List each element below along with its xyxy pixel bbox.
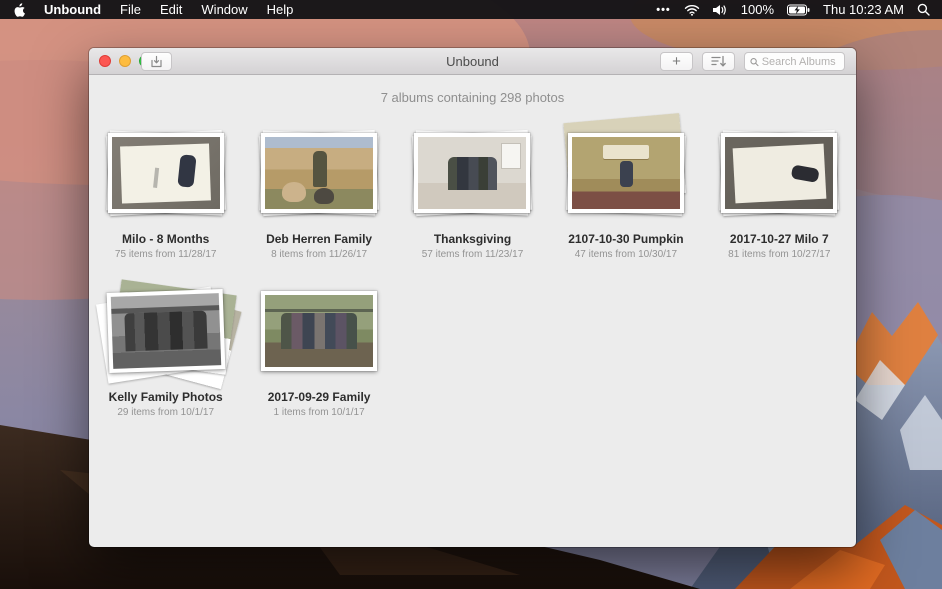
album-card[interactable]: Deb Herren Family 8 items from 11/26/17: [242, 126, 395, 260]
album-stack: [716, 126, 842, 220]
sort-button[interactable]: [702, 52, 735, 71]
wifi-icon[interactable]: [684, 4, 700, 16]
album-meta: 81 items from 10/27/17: [728, 249, 830, 260]
album-name: Thanksgiving: [434, 232, 511, 246]
volume-icon[interactable]: [713, 4, 728, 16]
add-album-button[interactable]: +: [660, 52, 693, 71]
album-stack: [409, 126, 535, 220]
album-name: 2017-09-29 Family: [268, 390, 371, 404]
menu-edit[interactable]: Edit: [160, 2, 182, 17]
album-card[interactable]: Milo - 8 Months 75 items from 11/28/17: [89, 126, 242, 260]
album-cover-photo: [110, 293, 220, 369]
album-cover-photo: [112, 137, 220, 209]
album-card[interactable]: Kelly Family Photos 29 items from 10/1/1…: [89, 284, 242, 418]
album-browser: 7 albums containing 298 photos Milo - 8 …: [89, 75, 856, 547]
album-meta: 47 items from 10/30/17: [575, 249, 677, 260]
album-name: Deb Herren Family: [266, 232, 372, 246]
album-cover-photo: [725, 137, 833, 209]
album-name: 2107-10-30 Pumpkin: [568, 232, 683, 246]
album-name: Milo - 8 Months: [122, 232, 209, 246]
album-cover-photo: [265, 295, 373, 367]
menu-bar: Unbound File Edit Window Help ••• 100%: [0, 0, 942, 19]
window-titlebar[interactable]: Unbound +: [89, 48, 856, 75]
album-thumbnail: [261, 133, 377, 213]
album-meta: 29 items from 10/1/17: [117, 407, 214, 418]
search-albums-field[interactable]: [744, 52, 845, 71]
menu-clock[interactable]: Thu 10:23 AM: [823, 2, 904, 17]
album-stack: [563, 126, 689, 220]
album-stack: [103, 126, 229, 220]
album-stack: [256, 284, 382, 378]
search-input[interactable]: [762, 56, 839, 68]
album-meta: 75 items from 11/28/17: [115, 249, 217, 260]
album-card[interactable]: 2017-09-29 Family 1 items from 10/1/17: [242, 284, 395, 418]
album-thumbnail: [721, 133, 837, 213]
album-thumbnail: [414, 133, 530, 213]
album-thumbnail: [108, 133, 224, 213]
album-stack: [103, 284, 229, 378]
menu-file[interactable]: File: [120, 2, 141, 17]
album-meta: 8 items from 11/26/17: [271, 249, 367, 260]
menu-help[interactable]: Help: [267, 2, 294, 17]
spotlight-search-icon[interactable]: [917, 3, 930, 16]
minimize-button[interactable]: [119, 55, 131, 67]
sort-icon: [711, 55, 727, 68]
apple-menu-icon[interactable]: [12, 2, 25, 17]
battery-percent[interactable]: 100%: [741, 2, 774, 17]
notification-center-icon[interactable]: •••: [656, 4, 671, 16]
search-icon: [750, 57, 759, 67]
album-summary: 7 albums containing 298 photos: [89, 90, 856, 105]
unbound-window: Unbound + 7 albums containing 298: [89, 48, 856, 547]
battery-charging-icon[interactable]: [787, 4, 810, 16]
menu-app-name[interactable]: Unbound: [44, 2, 101, 17]
menu-window[interactable]: Window: [201, 2, 247, 17]
album-thumbnail: [261, 291, 377, 371]
album-cover-photo: [265, 137, 373, 209]
close-button[interactable]: [99, 55, 111, 67]
album-card[interactable]: Thanksgiving 57 items from 11/23/17: [396, 126, 549, 260]
album-stack: [256, 126, 382, 220]
album-card[interactable]: 2107-10-30 Pumpkin 47 items from 10/30/1…: [549, 126, 702, 260]
album-name: Kelly Family Photos: [109, 390, 223, 404]
album-name: 2017-10-27 Milo 7: [730, 232, 829, 246]
album-grid: Milo - 8 Months 75 items from 11/28/17 D…: [89, 126, 856, 418]
album-meta: 1 items from 10/1/17: [274, 407, 365, 418]
album-cover-photo: [572, 137, 680, 209]
import-icon: [149, 55, 164, 69]
album-card[interactable]: 2017-10-27 Milo 7 81 items from 10/27/17: [703, 126, 856, 260]
album-cover-photo: [418, 137, 526, 209]
album-meta: 57 items from 11/23/17: [422, 249, 524, 260]
album-thumbnail: [106, 289, 225, 373]
import-button[interactable]: [141, 52, 172, 71]
album-thumbnail: [568, 133, 684, 213]
